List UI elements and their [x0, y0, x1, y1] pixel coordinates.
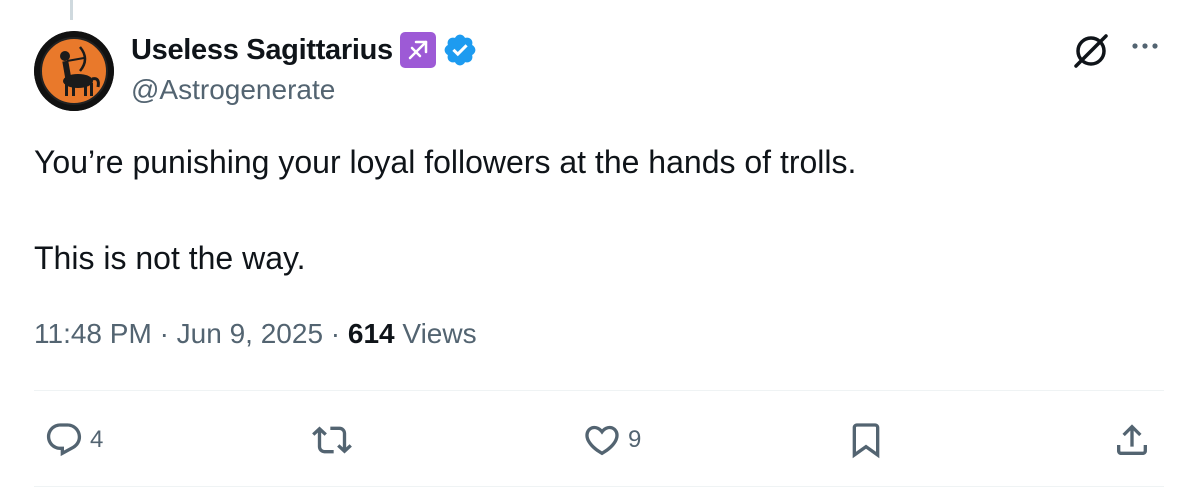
reply-icon — [46, 423, 82, 457]
grok-icon[interactable] — [1070, 30, 1112, 72]
centaur-archer-avatar-icon — [34, 31, 114, 111]
share-icon — [1117, 424, 1147, 455]
divider — [34, 486, 1164, 487]
heart-icon — [585, 425, 619, 456]
thread-connector-line — [70, 0, 73, 20]
verified-badge-icon[interactable] — [442, 32, 478, 68]
tweet-metadata: 11:48 PM · Jun 9, 2025 · 614 Views — [34, 318, 477, 350]
meta-separator: · — [159, 318, 169, 349]
reply-button[interactable]: 4 — [42, 420, 103, 460]
divider — [34, 390, 1164, 391]
share-button[interactable] — [1112, 420, 1152, 460]
repost-icon — [312, 426, 352, 454]
tweet-paragraph: This is not the way. — [34, 240, 306, 276]
bookmark-button[interactable] — [846, 420, 886, 460]
meta-separator: · — [330, 318, 341, 349]
views-label[interactable]: Views — [402, 318, 476, 349]
author-handle[interactable]: @Astrogenerate — [131, 74, 478, 106]
reply-count: 4 — [90, 426, 104, 453]
like-button[interactable]: 9 — [580, 420, 641, 460]
repost-button[interactable] — [310, 420, 358, 460]
tweet-date[interactable]: Jun 9, 2025 — [177, 318, 323, 349]
display-name-row: Useless Sagittarius — [131, 30, 478, 70]
sagittarius-icon — [399, 32, 436, 68]
display-name[interactable]: Useless Sagittarius — [131, 34, 393, 67]
tweet-text: You’re punishing your loyal followers at… — [34, 142, 1154, 278]
avatar[interactable] — [34, 31, 114, 111]
bookmark-icon — [852, 423, 880, 459]
more-options-icon[interactable] — [1128, 36, 1162, 56]
views-count[interactable]: 614 — [348, 318, 395, 349]
tweet-time[interactable]: 11:48 PM — [34, 318, 152, 349]
like-count: 9 — [628, 426, 642, 453]
author-info: Useless Sagittarius @Astrogenerate — [131, 30, 478, 106]
tweet-paragraph: You’re punishing your loyal followers at… — [34, 144, 857, 180]
